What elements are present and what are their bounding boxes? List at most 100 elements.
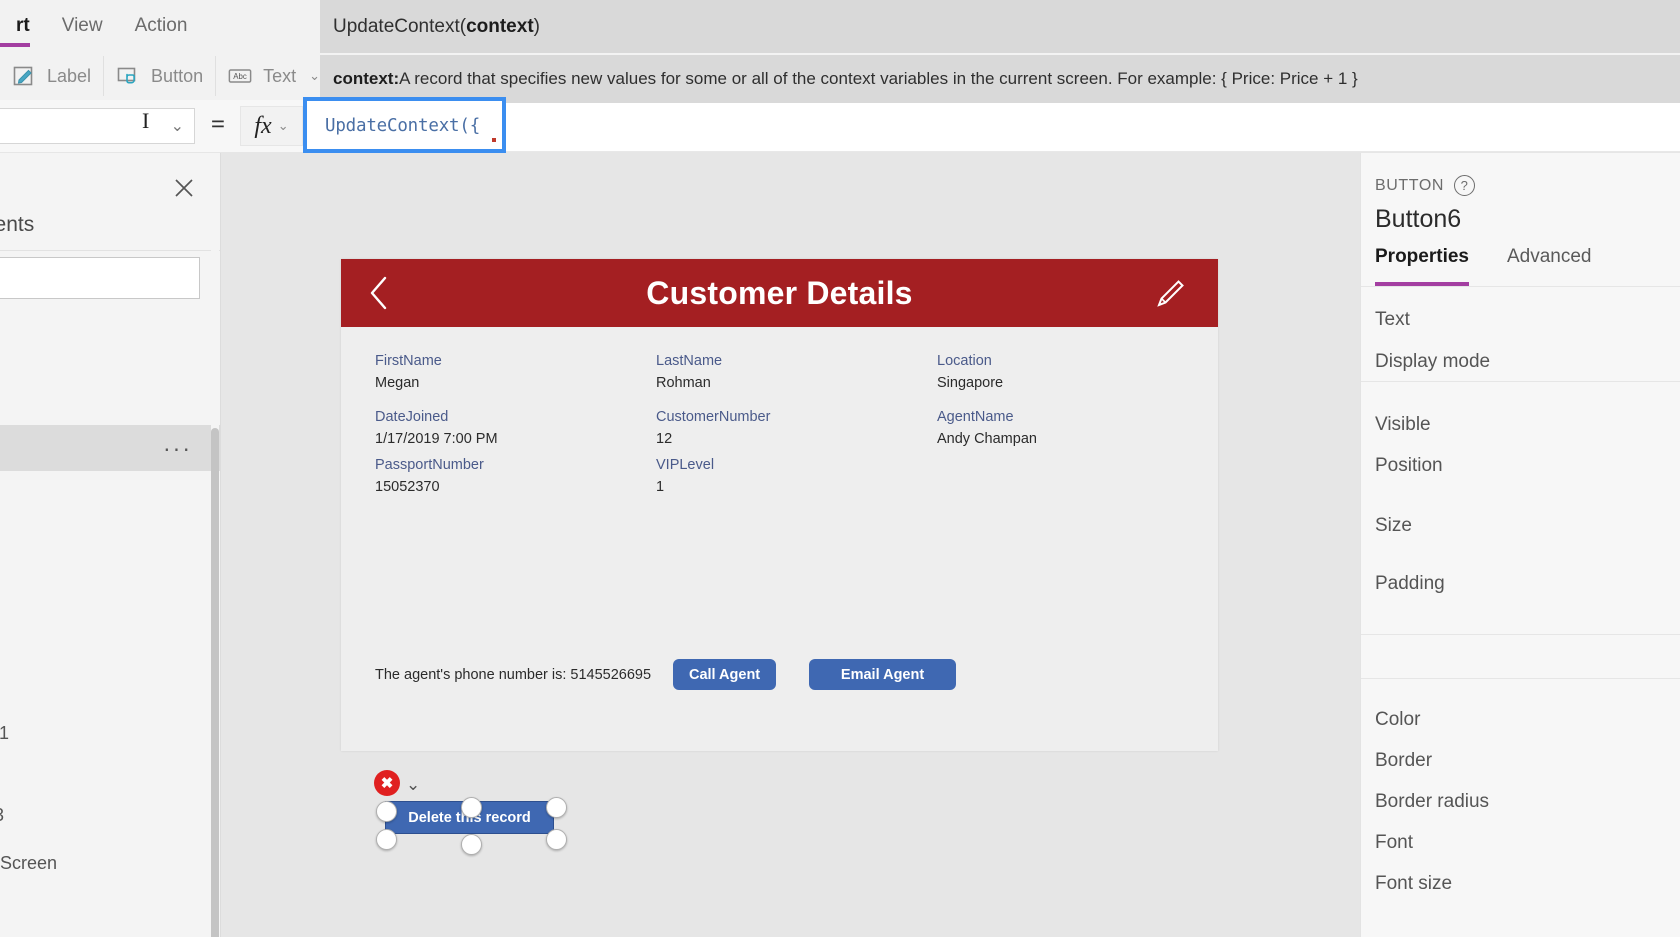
text-icon: Abc — [228, 64, 252, 88]
resize-handle-top-right[interactable] — [546, 797, 567, 818]
list-item-selected[interactable]: ··· — [0, 425, 220, 471]
more-options-icon[interactable]: ··· — [163, 425, 192, 471]
ribbon-item-label[interactable]: Label — [0, 56, 103, 96]
signature-prefix: UpdateContext( — [333, 15, 467, 37]
field-label: DateJoined — [375, 409, 449, 425]
control-type-kicker: BUTTON ? — [1375, 175, 1476, 196]
property-label: Size — [1375, 515, 1412, 536]
chevron-down-icon[interactable]: ⌄ — [309, 68, 320, 84]
call-agent-button[interactable]: Call Agent — [673, 659, 777, 690]
property-label: Border — [1375, 750, 1433, 771]
resize-handle-bottom-right[interactable] — [546, 829, 567, 850]
scrollbar-thumb[interactable] — [211, 428, 219, 937]
menu-item-insert[interactable]: rt — [0, 0, 46, 52]
resize-handle-top-left[interactable] — [376, 801, 397, 822]
field-value: 12 — [656, 431, 673, 447]
field-label: Location — [937, 353, 992, 369]
divider — [1361, 634, 1680, 635]
chevron-left-icon[interactable] — [366, 275, 392, 311]
detail-form: FirstName Megan LastName Rohman Location… — [375, 353, 1185, 505]
question-mark-icon[interactable]: ? — [1454, 175, 1476, 196]
equals-sign: = — [210, 111, 226, 138]
divider — [1361, 286, 1680, 287]
property-row-font[interactable]: Font — [1375, 832, 1413, 854]
error-x-icon[interactable]: ✖ — [374, 770, 400, 796]
tab-advanced[interactable]: Advanced — [1507, 246, 1592, 286]
property-label: Color — [1375, 709, 1421, 730]
close-icon[interactable] — [169, 173, 199, 203]
control-name: Button6 — [1375, 205, 1462, 233]
form-field-datejoined[interactable]: DateJoined 1/17/2019 7:00 PM — [375, 409, 498, 447]
property-row-color[interactable]: Color — [1375, 709, 1420, 731]
list-item-label: ewer1 — [0, 723, 10, 743]
list-item-label: mersScreen — [0, 853, 58, 873]
app-screen-preview[interactable]: Customer Details FirstName Megan LastNam — [341, 259, 1218, 855]
agent-phone-label: The agent's phone number is: 5145526695 — [375, 666, 652, 683]
resize-handle-bottom-left[interactable] — [376, 829, 397, 850]
resize-handle-top-center[interactable] — [461, 797, 482, 818]
form-field-viplevel[interactable]: VIPLevel 1 — [656, 457, 714, 495]
control-type-label: BUTTON — [1375, 176, 1445, 194]
chevron-down-icon: ⌄ — [277, 118, 289, 133]
chevron-down-icon: ⌄ — [170, 118, 184, 135]
form-field-customernumber[interactable]: CustomerNumber 12 — [656, 409, 770, 447]
property-row-border-radius[interactable]: Border radius — [1375, 791, 1489, 813]
form-field-firstname[interactable]: FirstName Megan — [375, 353, 442, 391]
property-select[interactable]: ⌄ — [0, 108, 195, 144]
resize-handle-bottom-center[interactable] — [461, 834, 482, 855]
field-value: 1/17/2019 7:00 PM — [375, 431, 498, 447]
menu-item-view[interactable]: View — [46, 0, 119, 52]
intellisense-tooltip: UpdateContext(context) context: A record… — [320, 0, 1680, 103]
screen-header: Customer Details — [341, 259, 1218, 327]
form-field-agentname[interactable]: AgentName Andy Champan — [937, 409, 1037, 447]
description-text: A record that specifies new values for s… — [399, 69, 1358, 88]
ribbon-item-label-text: Label — [47, 65, 92, 86]
list-item[interactable]: le1_3 — [0, 805, 4, 826]
formula-input[interactable]: UpdateContext({ — [303, 97, 506, 153]
form-row: PassportNumber 15052370 VIPLevel 1 — [375, 457, 1185, 505]
form-field-passportnumber[interactable]: PassportNumber 15052370 — [375, 457, 484, 495]
fx-button[interactable]: fx ⌄ — [240, 106, 303, 146]
list-item[interactable]: mersScreen — [0, 853, 57, 874]
field-value: Rohman — [656, 375, 711, 391]
property-label: Position — [1375, 455, 1443, 476]
formula-error-marker — [492, 138, 496, 142]
property-row-border[interactable]: Border — [1375, 750, 1432, 772]
formula-input-remainder[interactable] — [506, 101, 1680, 152]
property-row-position[interactable]: Position — [1375, 455, 1443, 477]
property-label: Display mode — [1375, 351, 1491, 372]
chevron-down-icon[interactable]: ⌄ — [406, 775, 420, 795]
form-row: DateJoined 1/17/2019 7:00 PM CustomerNum… — [375, 409, 1185, 457]
form-field-location[interactable]: Location Singapore — [937, 353, 1003, 391]
button-icon — [116, 64, 140, 88]
ribbon-item-button-text: Button — [151, 65, 204, 86]
formula-input-inner[interactable]: UpdateContext({ — [311, 107, 498, 145]
search-input[interactable] — [0, 257, 200, 299]
agent-contact-row: The agent's phone number is: 5145526695 … — [375, 659, 957, 690]
form-field-lastname[interactable]: LastName Rohman — [656, 353, 722, 391]
property-row-display-mode[interactable]: Display mode — [1375, 351, 1490, 373]
property-row-visible[interactable]: Visible — [1375, 414, 1431, 436]
property-row-padding[interactable]: Padding — [1375, 573, 1445, 595]
property-label: Padding — [1375, 573, 1445, 594]
property-row-font-size[interactable]: Font size — [1375, 873, 1452, 895]
menu-item-insert-label: rt — [16, 15, 30, 36]
email-agent-button[interactable]: Email Agent — [809, 659, 957, 690]
divider — [1361, 678, 1680, 679]
menu-item-action[interactable]: Action — [119, 0, 204, 52]
ribbon-item-text[interactable]: Abc Text ⌄ — [215, 56, 332, 96]
svg-text:Abc: Abc — [233, 72, 247, 81]
canvas-area[interactable]: Customer Details FirstName Megan LastNam — [221, 153, 1360, 937]
label-icon — [12, 64, 36, 88]
list-item[interactable]: ewer1 — [0, 723, 9, 744]
field-value: Singapore — [937, 375, 1004, 391]
property-row-size[interactable]: Size — [1375, 515, 1412, 537]
property-label: Border radius — [1375, 791, 1490, 812]
property-label: Font size — [1375, 873, 1453, 894]
signature-suffix: ) — [533, 15, 540, 37]
field-value: Andy Champan — [937, 431, 1037, 447]
pencil-icon[interactable] — [1154, 276, 1188, 310]
property-row-text[interactable]: Text — [1375, 309, 1410, 331]
ribbon-item-button[interactable]: Button — [103, 56, 215, 96]
tab-properties[interactable]: Properties — [1375, 246, 1469, 286]
